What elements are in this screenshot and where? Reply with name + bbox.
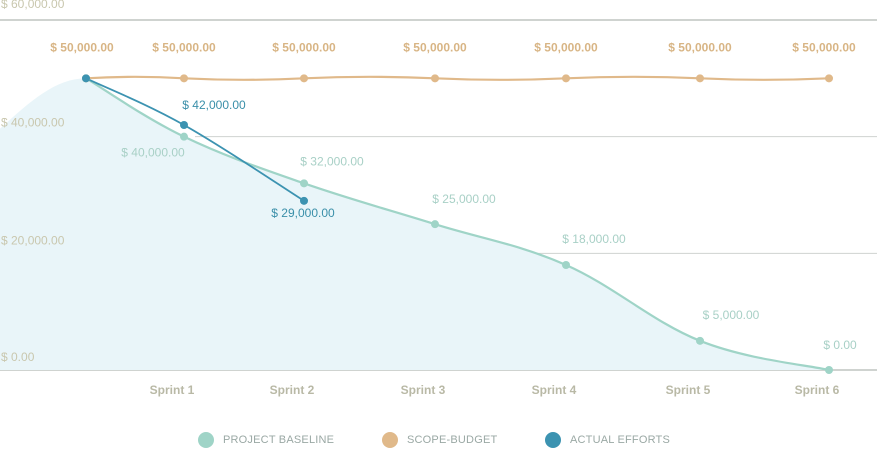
series-line-2 <box>84 75 831 81</box>
x-tick-label: Sprint 3 <box>401 383 446 397</box>
legend-item-actual: ACTUAL EFFORTS <box>545 432 670 448</box>
data-label: $ 42,000.00 <box>182 98 246 112</box>
data-label: $ 50,000.00 <box>668 40 732 54</box>
data-label: $ 0.00 <box>823 338 857 352</box>
y-tick-label: $ 60,000.00 <box>1 0 65 11</box>
x-tick-label: Sprint 6 <box>795 383 840 397</box>
x-tick-label: Sprint 1 <box>150 383 195 397</box>
legend-item-baseline: PROJECT BASELINE <box>198 432 334 448</box>
baseline-area <box>0 78 829 370</box>
data-label: $ 50,000.00 <box>534 40 598 54</box>
series-1-point <box>562 261 570 269</box>
series-2-point <box>562 74 570 83</box>
legend-item-scope: SCOPE-BUDGET <box>382 432 497 448</box>
legend: PROJECT BASELINE SCOPE-BUDGET ACTUAL EFF… <box>0 432 880 452</box>
data-label: $ 18,000.00 <box>562 232 626 246</box>
series-2-point <box>696 74 704 83</box>
series-2-point <box>825 74 833 83</box>
data-label: $ 50,000.00 <box>50 40 114 54</box>
series-3-point <box>300 196 308 205</box>
series-1-point <box>180 132 188 141</box>
baseline-area-fill <box>0 78 829 370</box>
series-1-point <box>300 179 308 188</box>
x-tick-label: Sprint 5 <box>666 383 711 397</box>
data-label: $ 40,000.00 <box>121 146 185 160</box>
data-label: $ 29,000.00 <box>271 206 335 220</box>
series-2-point <box>180 74 188 83</box>
series-2-point <box>300 74 308 83</box>
data-label: $ 5,000.00 <box>703 308 760 322</box>
series-1-point <box>431 220 439 229</box>
series-3-point <box>82 74 90 83</box>
x-tick-label: Sprint 2 <box>270 383 315 397</box>
data-label: $ 50,000.00 <box>272 40 336 54</box>
series-1-point <box>825 366 833 374</box>
y-tick-label: $ 20,000.00 <box>1 233 65 247</box>
data-label: $ 50,000.00 <box>152 40 216 54</box>
data-label: $ 25,000.00 <box>432 192 496 206</box>
legend-label-baseline: PROJECT BASELINE <box>223 434 335 446</box>
y-tick-label: $ 40,000.00 <box>1 116 65 130</box>
data-label: $ 32,000.00 <box>300 154 364 168</box>
legend-dot-baseline <box>198 432 214 448</box>
legend-dot-scope <box>382 432 398 448</box>
legend-label-actual: ACTUAL EFFORTS <box>570 434 670 446</box>
burndown-chart: $ 40,000.00 $ 32,000.00 $ 25,000.00 $ 18,00… <box>0 0 877 397</box>
y-tick-label: $ 0.00 <box>1 350 35 364</box>
series-1-point <box>696 336 704 345</box>
x-tick-label: Sprint 4 <box>532 383 577 397</box>
data-label: $ 50,000.00 <box>403 40 467 54</box>
series-3-point <box>180 121 188 129</box>
legend-dot-actual <box>545 432 561 448</box>
x-axis-ticks: Sprint 1 Sprint 2 Sprint 3 Sprint 4 Sprint 5… <box>150 383 840 397</box>
legend-label-scope: SCOPE-BUDGET <box>407 434 498 446</box>
data-label: $ 50,000.00 <box>792 40 856 54</box>
series-2-point <box>431 74 439 83</box>
